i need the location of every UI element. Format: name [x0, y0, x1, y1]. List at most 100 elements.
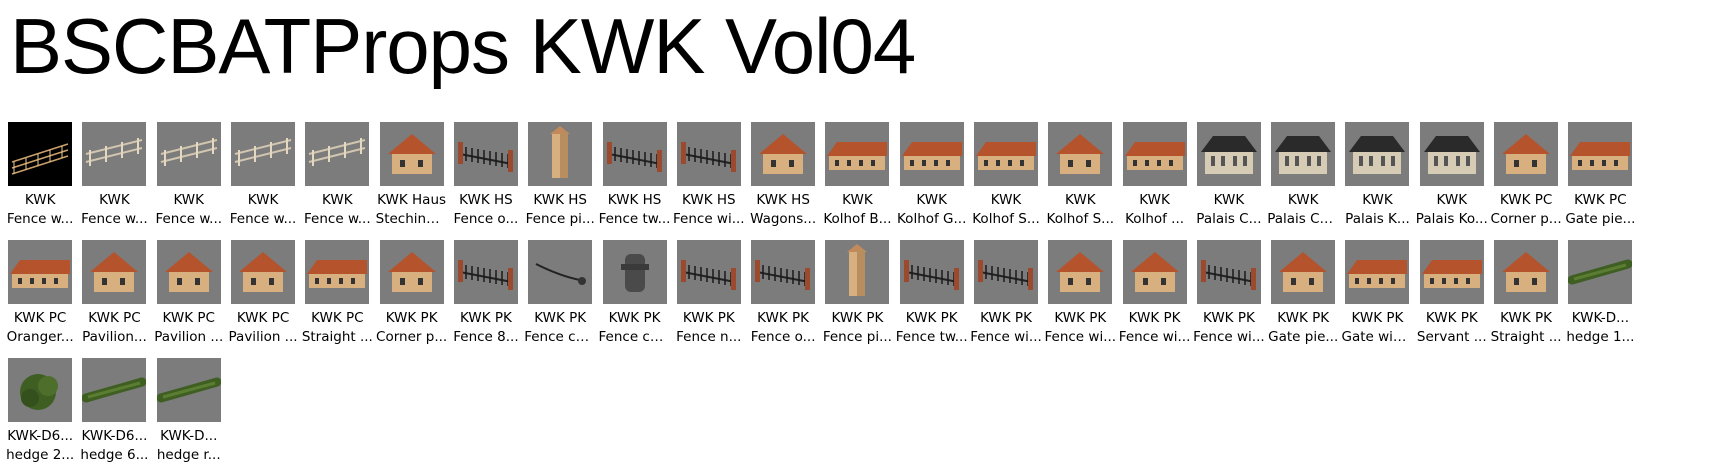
iron-fence-icon — [899, 240, 964, 304]
file-item[interactable]: KWK PC Pavilion ... — [152, 240, 226, 358]
file-name-line2: Fence wi... — [673, 211, 745, 227]
file-item[interactable]: KWK PK Straight ... — [1489, 240, 1563, 358]
file-name-line2: Fence wi... — [1193, 329, 1265, 345]
file-item[interactable]: KWK Palais C... — [1192, 122, 1266, 240]
file-name-line2: Fence w... — [229, 211, 297, 227]
file-item[interactable]: KWK PK Fence pi... — [820, 240, 894, 358]
file-name-line2: Fence n... — [676, 329, 742, 345]
file-item[interactable]: KWK Palais K... — [1340, 122, 1414, 240]
house-icon — [1494, 122, 1559, 186]
file-name-line1: KWK PK — [1054, 310, 1107, 326]
house-icon — [82, 240, 147, 304]
file-item[interactable]: KWK PK Corner p... — [374, 240, 448, 358]
file-item[interactable]: KWK Kolhof ... — [1117, 122, 1191, 240]
file-name-line1: KWK PK — [1128, 310, 1181, 326]
file-name-line2: hedge 1... — [1566, 329, 1635, 345]
file-item[interactable]: KWK PC Straight ... — [300, 240, 374, 358]
file-name-line2: hedge 6... — [80, 447, 149, 463]
file-name-line2: Oranger... — [6, 329, 74, 345]
house-icon — [751, 122, 816, 186]
file-item[interactable]: KWK HS Fence o... — [449, 122, 523, 240]
file-name-line1: KWK PC — [1574, 192, 1627, 208]
file-item[interactable]: KWK PK Gate win... — [1340, 240, 1414, 358]
file-item[interactable]: KWK-D... hedge r... — [152, 358, 226, 476]
file-item[interactable]: KWK Kolhof S... — [1043, 122, 1117, 240]
file-item[interactable]: KWK-D6... hedge 2... — [3, 358, 77, 476]
file-item[interactable]: KWK Palais Ca... — [1266, 122, 1340, 240]
file-item[interactable]: KWK HS Wagons... — [746, 122, 820, 240]
iron-fence-icon — [676, 122, 741, 186]
file-item[interactable]: KWK Fence w... — [226, 122, 300, 240]
file-item[interactable]: KWK HS Fence wi... — [672, 122, 746, 240]
file-item[interactable]: KWK PK Fence wi... — [969, 240, 1043, 358]
file-name-line1: KWK — [24, 192, 56, 208]
file-name-line1: KWK — [916, 192, 947, 208]
palace-icon — [1419, 122, 1484, 186]
file-name-line2: Gate pie... — [1565, 211, 1636, 227]
file-item[interactable]: KWK PK Fence ch... — [523, 240, 597, 358]
iron-fence-icon — [453, 122, 518, 186]
file-item[interactable]: KWK Kolhof S... — [969, 122, 1043, 240]
file-name-line1: KWK PK — [1202, 310, 1255, 326]
house-icon — [1271, 240, 1336, 304]
file-item[interactable]: KWK PK Fence wi... — [1117, 240, 1191, 358]
house-icon — [1494, 240, 1559, 304]
file-name-line2: Fence pi... — [525, 211, 595, 227]
file-name-line2: Palais Ca... — [1267, 211, 1340, 227]
file-name-line1: KWK-D... — [1571, 310, 1630, 326]
file-name-line1: KWK PK — [608, 310, 661, 326]
file-name-line1: KWK-D... — [160, 428, 218, 444]
long-house-icon — [899, 122, 964, 186]
file-item[interactable]: KWK Fence w... — [152, 122, 226, 240]
file-name-line2: Fence w... — [81, 211, 148, 227]
file-item[interactable]: KWK PK Gate pie... — [1266, 240, 1340, 358]
file-item[interactable]: KWK PK Fence n... — [672, 240, 746, 358]
file-name-line2: Gate pie... — [1268, 329, 1339, 345]
file-item[interactable]: KWK PK Fence ch... — [597, 240, 671, 358]
bush-icon — [8, 358, 73, 422]
file-item[interactable]: KWK PK Fence o... — [746, 240, 820, 358]
file-item[interactable]: KWK Palais Ko... — [1415, 122, 1489, 240]
file-name-line1: KWK — [1213, 192, 1245, 208]
file-name-line1: KWK — [99, 192, 130, 208]
file-item[interactable]: KWK HS Fence pi... — [523, 122, 597, 240]
file-name-line2: Corner p... — [376, 329, 448, 345]
file-item[interactable]: KWK PK Fence 8... — [449, 240, 523, 358]
file-name-line2: Pavilion... — [82, 329, 147, 345]
iron-fence-icon — [1196, 240, 1261, 304]
file-item[interactable]: KWK Kolhof G... — [895, 122, 969, 240]
file-item[interactable]: KWK Fence w... — [3, 122, 77, 240]
post-icon — [602, 240, 667, 304]
fence-icon — [305, 122, 370, 186]
file-item[interactable]: KWK PC Pavilion... — [77, 240, 151, 358]
file-item[interactable]: KWK Fence w... — [77, 122, 151, 240]
file-name-line2: hedge 2... — [6, 447, 75, 463]
file-item[interactable]: KWK PC Pavilion ... — [226, 240, 300, 358]
file-item[interactable]: KWK PC Oranger... — [3, 240, 77, 358]
file-item[interactable]: KWK Fence w... — [300, 122, 374, 240]
file-item[interactable]: KWK-D6... hedge 6... — [77, 358, 151, 476]
file-item[interactable]: KWK Kolhof B... — [820, 122, 894, 240]
file-item[interactable]: KWK PC Gate pie... — [1563, 122, 1637, 240]
file-item[interactable]: KWK Haus Stechinel... — [374, 122, 448, 240]
hedge-icon — [156, 358, 221, 422]
file-item[interactable]: KWK PK Fence wi... — [1043, 240, 1117, 358]
file-name-line1: KWK — [1139, 192, 1170, 208]
house-icon — [156, 240, 221, 304]
file-item[interactable]: KWK PC Corner p... — [1489, 122, 1563, 240]
house-icon — [1122, 240, 1187, 304]
long-house-icon — [1345, 240, 1410, 304]
file-name-line1: KWK PK — [757, 310, 810, 326]
file-item[interactable]: KWK-D... hedge 1... — [1563, 240, 1637, 358]
file-item[interactable]: KWK HS Fence tw... — [597, 122, 671, 240]
fence-icon — [231, 122, 296, 186]
file-item[interactable]: KWK PK Fence tw... — [895, 240, 969, 358]
file-name-line2: Palais K... — [1345, 211, 1410, 227]
lit-fence-icon — [8, 122, 73, 186]
file-item[interactable]: KWK PK Servant ... — [1415, 240, 1489, 358]
file-item[interactable]: KWK PK Fence wi... — [1192, 240, 1266, 358]
file-name-line1: KWK PK — [1277, 310, 1330, 326]
file-name-line2: Fence tw... — [895, 329, 968, 345]
file-name-line1: KWK HS — [459, 192, 513, 208]
palace-icon — [1345, 122, 1410, 186]
